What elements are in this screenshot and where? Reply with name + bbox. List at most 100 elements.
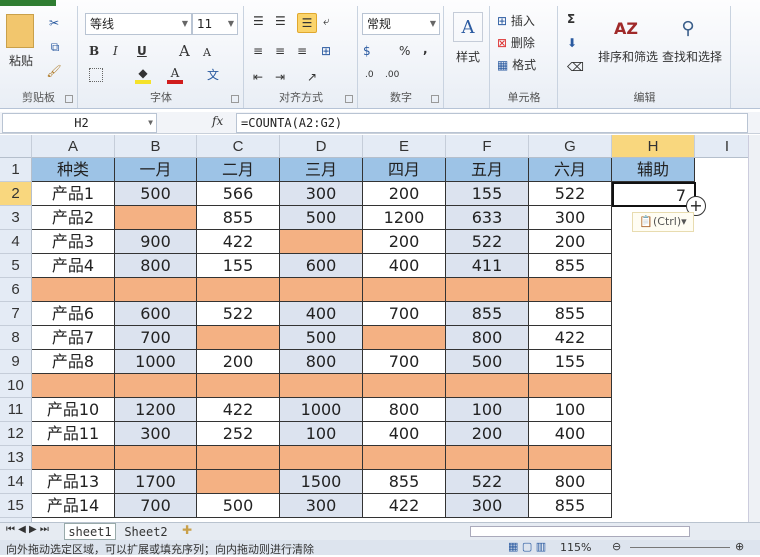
table-cell[interactable]: 产品4 <box>32 254 115 278</box>
table-cell[interactable]: 855 <box>363 470 446 494</box>
bold-button[interactable]: B <box>89 44 99 58</box>
table-cell[interactable]: 422 <box>197 398 280 422</box>
accounting-format-icon[interactable]: $ <box>363 44 371 58</box>
table-cell[interactable]: 855 <box>197 206 280 230</box>
table-cell[interactable]: 500 <box>280 326 363 350</box>
zoom-out-icon[interactable]: ⊖ <box>612 540 621 553</box>
paste-options-button[interactable]: 📋(Ctrl)▾ <box>632 212 694 232</box>
paste-icon[interactable] <box>6 14 34 48</box>
table-cell[interactable]: 100 <box>280 422 363 446</box>
row-header[interactable]: 13 <box>0 446 32 470</box>
selected-cell-h2[interactable]: 7 <box>612 182 696 207</box>
table-cell[interactable]: 产品7 <box>32 326 115 350</box>
table-cell[interactable]: 600 <box>115 302 197 326</box>
sheet-nav-arrows[interactable]: ⏮ ◀ ▶ ⏭ <box>6 524 49 535</box>
column-header-H[interactable]: H <box>612 135 695 158</box>
table-cell[interactable]: 1200 <box>363 206 446 230</box>
font-color-icon[interactable]: A <box>167 66 183 84</box>
align-top-icon[interactable]: ☰ <box>253 14 264 28</box>
table-cell[interactable]: 500 <box>115 182 197 206</box>
paste-button[interactable]: 粘贴 <box>6 52 36 69</box>
table-cell[interactable]: 252 <box>197 422 280 446</box>
row-header[interactable]: 10 <box>0 374 32 398</box>
align-left-icon[interactable]: ≡ <box>253 44 263 58</box>
percent-button[interactable]: % <box>399 44 410 58</box>
row-header[interactable]: 2 <box>0 182 32 206</box>
fill-color-icon[interactable]: ◆ <box>135 66 151 84</box>
find-binoculars-icon[interactable]: ⚲ <box>673 14 703 42</box>
table-cell[interactable]: 产品3 <box>32 230 115 254</box>
table-cell[interactable]: 产品14 <box>32 494 115 518</box>
align-middle-icon[interactable]: ☰ <box>275 14 286 28</box>
table-cell[interactable]: 400 <box>363 254 446 278</box>
row-header[interactable]: 9 <box>0 350 32 374</box>
underline-button[interactable]: U <box>137 44 147 58</box>
table-cell[interactable]: 产品11 <box>32 422 115 446</box>
row-header[interactable]: 7 <box>0 302 32 326</box>
table-cell[interactable]: 200 <box>363 182 446 206</box>
table-cell[interactable] <box>197 374 280 398</box>
table-cell[interactable] <box>197 278 280 302</box>
dialog-launcher-icon[interactable] <box>345 95 353 103</box>
table-cell[interactable] <box>280 374 363 398</box>
table-cell[interactable]: 522 <box>197 302 280 326</box>
view-buttons[interactable]: ▦ ▢ ▥ <box>508 540 546 553</box>
table-cell[interactable] <box>32 374 115 398</box>
table-cell[interactable]: 700 <box>363 350 446 374</box>
table-cell[interactable]: 产品13 <box>32 470 115 494</box>
table-cell[interactable]: 900 <box>115 230 197 254</box>
table-cell[interactable]: 产品8 <box>32 350 115 374</box>
orientation-icon[interactable]: ↗ <box>307 70 317 84</box>
table-cell[interactable] <box>115 278 197 302</box>
column-header-C[interactable]: C <box>197 135 280 158</box>
table-cell[interactable]: 800 <box>363 398 446 422</box>
row-header[interactable]: 11 <box>0 398 32 422</box>
table-cell[interactable]: 400 <box>280 302 363 326</box>
horizontal-scrollbar[interactable] <box>470 526 690 537</box>
table-cell[interactable]: 100 <box>446 398 529 422</box>
align-right-icon[interactable]: ≡ <box>297 44 307 58</box>
formula-input[interactable]: =COUNTA(A2:G2) <box>236 113 748 133</box>
clear-icon[interactable]: ⌫ <box>567 60 584 74</box>
table-cell[interactable]: 200 <box>197 350 280 374</box>
table-cell[interactable] <box>115 374 197 398</box>
table-cell[interactable]: 1200 <box>115 398 197 422</box>
table-cell[interactable] <box>446 278 529 302</box>
table-cell[interactable]: 522 <box>446 230 529 254</box>
row-header[interactable]: 15 <box>0 494 32 518</box>
table-cell[interactable]: 566 <box>197 182 280 206</box>
column-header-B[interactable]: B <box>115 135 197 158</box>
table-cell[interactable] <box>363 446 446 470</box>
decrease-indent-icon[interactable]: ⇤ <box>253 70 263 84</box>
row-header[interactable]: 1 <box>0 158 32 182</box>
insert-button[interactable]: ⊞ 插入 <box>497 12 535 29</box>
column-header-F[interactable]: F <box>446 135 529 158</box>
table-cell[interactable] <box>529 446 612 470</box>
table-cell[interactable]: 产品10 <box>32 398 115 422</box>
table-cell[interactable]: 产品6 <box>32 302 115 326</box>
select-all-corner[interactable] <box>0 135 32 158</box>
zoom-level[interactable]: 115% <box>560 541 591 554</box>
find-select-button[interactable]: 查找和选择 <box>659 48 725 65</box>
table-cell[interactable]: 633 <box>446 206 529 230</box>
decrease-decimal-icon[interactable]: .00 <box>385 70 399 80</box>
table-cell[interactable] <box>529 278 612 302</box>
cut-icon[interactable]: ✂ <box>46 16 62 30</box>
column-header-I[interactable]: I <box>695 135 748 158</box>
table-cell[interactable] <box>363 326 446 350</box>
format-button[interactable]: ▦ 格式 <box>497 56 536 73</box>
header-cell[interactable]: 三月 <box>280 158 363 182</box>
column-header-G[interactable]: G <box>529 135 612 158</box>
table-cell[interactable]: 1000 <box>115 350 197 374</box>
number-format-select[interactable]: 常规 ▼ <box>362 13 440 35</box>
header-cell[interactable]: 二月 <box>197 158 280 182</box>
table-cell[interactable] <box>280 230 363 254</box>
row-header[interactable]: 5 <box>0 254 32 278</box>
row-header[interactable]: 6 <box>0 278 32 302</box>
table-cell[interactable]: 855 <box>529 302 612 326</box>
header-cell[interactable]: 一月 <box>115 158 197 182</box>
table-cell[interactable]: 500 <box>197 494 280 518</box>
format-painter-icon[interactable]: 🖌 <box>46 64 62 78</box>
table-cell[interactable]: 411 <box>446 254 529 278</box>
font-name-select[interactable]: 等线 ▼ <box>85 13 192 35</box>
